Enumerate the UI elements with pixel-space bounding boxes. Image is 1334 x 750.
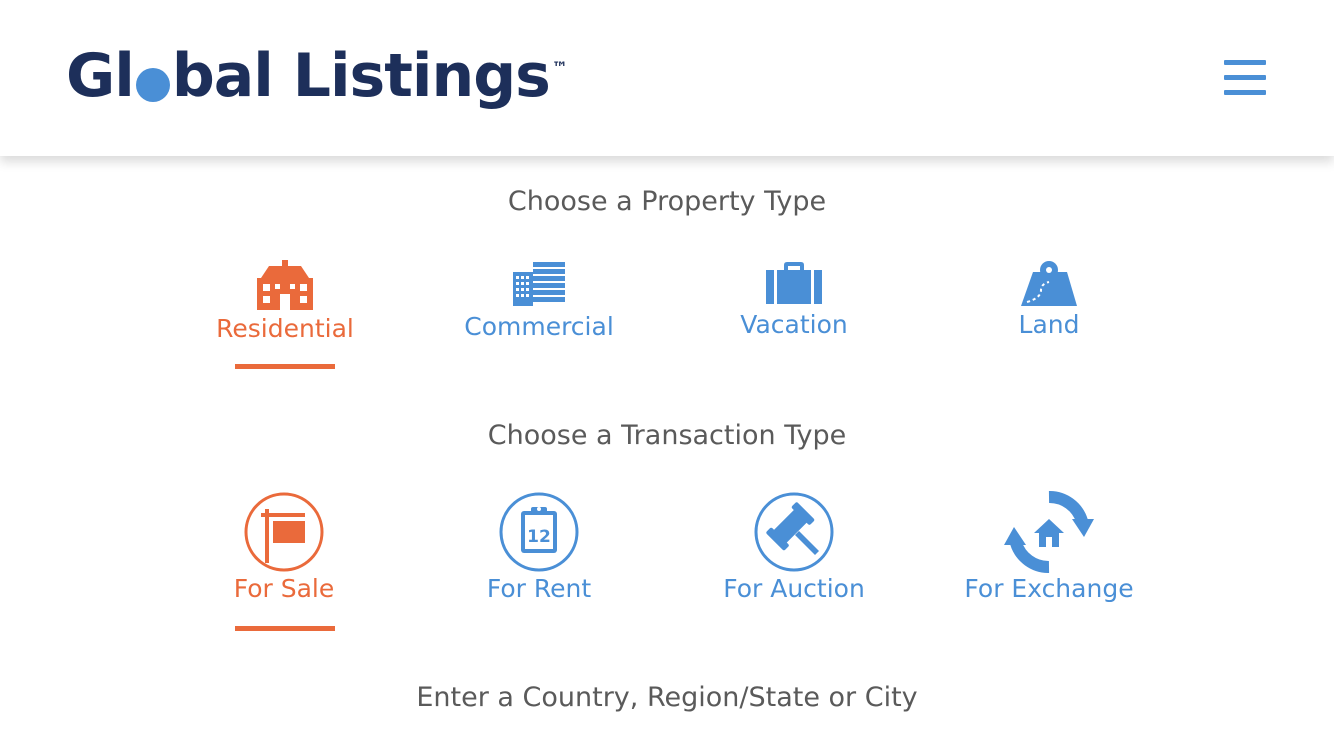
transaction-option-for-rent[interactable]: 12 For Rent [434, 491, 644, 603]
commercial-label: Commercial [464, 312, 614, 341]
for-exchange-label: For Exchange [964, 574, 1134, 603]
hamburger-menu-icon-bar [1224, 60, 1266, 65]
hamburger-menu-icon-bar [1224, 75, 1266, 80]
transaction-type-heading: Choose a Transaction Type [487, 420, 847, 451]
property-option-land[interactable]: Land [944, 260, 1154, 339]
map-pin-icon [1021, 261, 1077, 306]
house-exchange-icon [1004, 491, 1094, 573]
land-label: Land [1018, 310, 1080, 339]
logo-text-start: Gl [66, 41, 135, 111]
logo-globe-dot-icon [135, 68, 170, 102]
for-sale-label: For Sale [233, 574, 335, 603]
transaction-option-for-exchange[interactable]: For Exchange [944, 491, 1154, 603]
transaction-option-for-auction[interactable]: For Auction [689, 491, 899, 603]
residential-label: Residential [216, 314, 354, 343]
header-bar: Gl bal Listings ™ [0, 0, 1334, 156]
logo-trademark: ™ [551, 58, 568, 77]
for-sale-selected-underline [235, 626, 335, 631]
for-rent-label: For Rent [486, 574, 592, 603]
calendar-clipboard-icon: 12 [499, 492, 579, 572]
for-sale-sign-icon [244, 492, 324, 572]
gavel-icon [754, 492, 834, 572]
property-type-heading: Choose a Property Type [507, 186, 827, 217]
for-auction-label: For Auction [723, 574, 865, 603]
logo-text-end: bal Listings [171, 41, 551, 111]
vacation-label: Vacation [740, 310, 848, 339]
global-listings-logo[interactable]: Gl bal Listings ™ [66, 36, 568, 116]
property-option-residential[interactable]: Residential [180, 258, 390, 343]
office-building-icon [513, 262, 565, 306]
hamburger-menu-icon-bar [1224, 90, 1266, 95]
calendar-day-number: 12 [527, 527, 551, 547]
location-search-heading: Enter a Country, Region/State or City [416, 682, 918, 713]
transaction-option-for-sale[interactable]: For Sale [179, 491, 389, 603]
residential-selected-underline [235, 364, 335, 369]
hamburger-menu-button[interactable] [1222, 58, 1268, 98]
property-option-commercial[interactable]: Commercial [434, 262, 644, 341]
house-icon [257, 260, 313, 310]
property-option-vacation[interactable]: Vacation [689, 262, 899, 339]
suitcase-icon [766, 262, 822, 304]
